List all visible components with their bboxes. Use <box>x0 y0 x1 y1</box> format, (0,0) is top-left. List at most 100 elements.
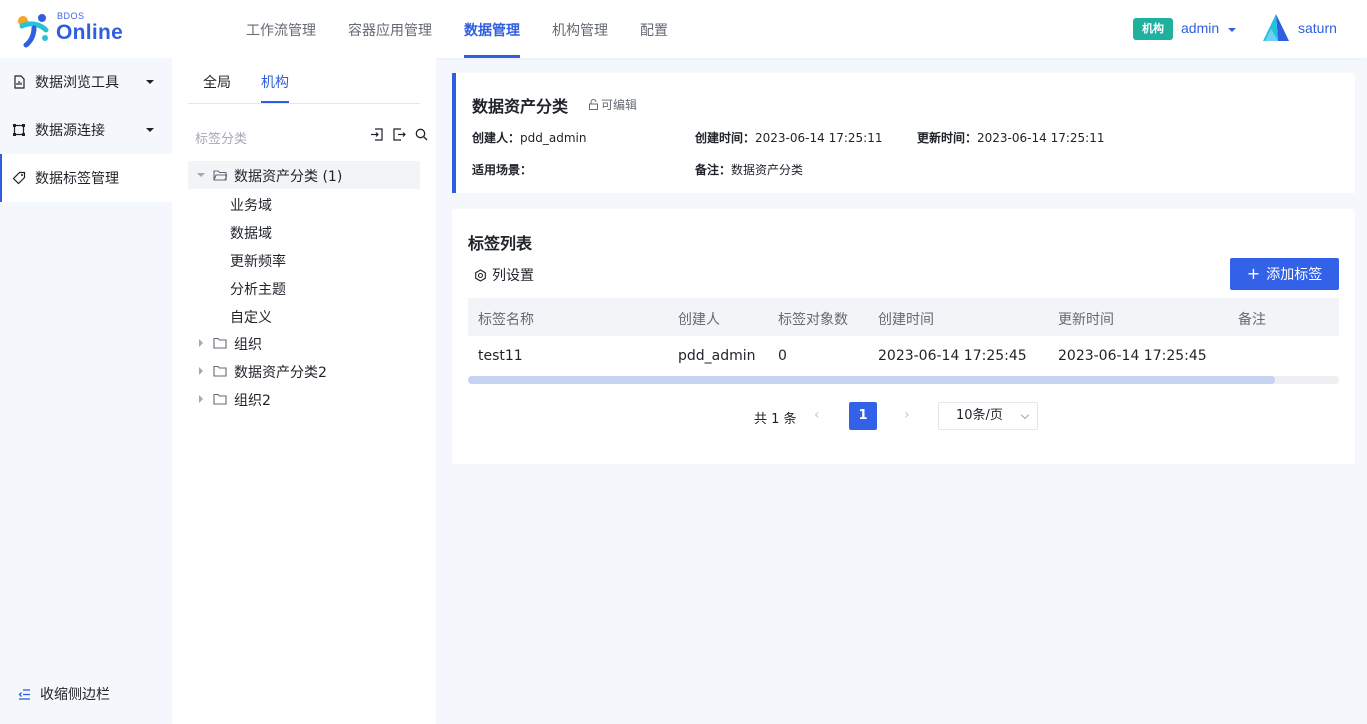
collapse-label: 收缩侧边栏 <box>40 687 110 703</box>
nav-org-management[interactable]: 机构管理 <box>536 0 624 58</box>
tree-node-org-2[interactable]: 组织2 <box>188 385 420 413</box>
creator-field: 创建人：pdd_admin <box>472 129 586 146</box>
category-title: 数据资产分类 <box>472 97 569 116</box>
table-header: 标签名称 创建人 标签对象数 创建时间 更新时间 备注 <box>468 298 1339 336</box>
tree-node-label: 组织2 <box>234 393 271 409</box>
sidebar-item-data-source[interactable]: 数据源连接 <box>0 106 172 154</box>
scope-tabs: 全局 机构 <box>188 58 420 104</box>
cell-creator: pdd_admin <box>678 348 756 364</box>
tree-leaf-update-frequency[interactable]: 更新频率 <box>230 251 286 271</box>
tree-node-label: 组织 <box>234 337 262 353</box>
sidebar-item-label: 数据浏览工具 <box>35 75 119 91</box>
search-icon[interactable] <box>415 128 428 141</box>
folder-icon <box>213 393 227 405</box>
created-time-field: 创建时间：2023-06-14 17:25:11 <box>695 129 882 146</box>
sidebar-item-tag-management[interactable]: 数据标签管理 <box>0 154 172 202</box>
tree-node-org[interactable]: 组织 <box>188 329 420 357</box>
column-settings-label: 列设置 <box>492 268 534 284</box>
tree-node-label: 数据资产分类2 <box>234 365 327 381</box>
page-size-select[interactable]: 10条/页 <box>938 402 1038 430</box>
sidebar-item-label: 数据源连接 <box>35 123 105 139</box>
tree-section-label: 标签分类 <box>195 132 248 147</box>
col-created-time: 创建时间 <box>878 312 934 328</box>
next-page-icon[interactable]: › <box>904 407 910 423</box>
updated-time-field: 更新时间：2023-06-14 17:25:11 <box>917 129 1104 146</box>
user-menu[interactable]: admin <box>1181 20 1219 36</box>
cell-updated-time: 2023-06-14 17:25:45 <box>1058 348 1207 364</box>
caret-down-icon[interactable] <box>197 173 205 177</box>
col-creator: 创建人 <box>678 312 720 328</box>
tree-leaf-custom[interactable]: 自定义 <box>230 307 272 327</box>
col-updated-time: 更新时间 <box>1058 312 1114 328</box>
tree-node-label: 数据资产分类 (1) <box>234 169 343 185</box>
logo-mark-icon <box>18 14 49 48</box>
scene-field: 适用场景： <box>472 161 532 178</box>
file-chart-icon <box>14 75 25 89</box>
sidebar: 数据浏览工具 数据源连接 数据标签管理 收缩侧边栏 <box>0 58 172 724</box>
connection-icon <box>13 124 25 136</box>
nav-container-apps[interactable]: 容器应用管理 <box>332 0 448 58</box>
main-nav: 工作流管理 容器应用管理 数据管理 机构管理 配置 <box>230 0 684 58</box>
col-tag-name: 标签名称 <box>478 312 534 328</box>
caret-right-icon[interactable] <box>199 339 203 347</box>
tree-leaf-business-domain[interactable]: 业务域 <box>230 195 272 215</box>
import-icon[interactable] <box>370 128 383 141</box>
tab-global[interactable]: 全局 <box>203 72 231 92</box>
scene-label: 适用场景： <box>472 163 533 177</box>
nav-workflow[interactable]: 工作流管理 <box>230 0 332 58</box>
remark-label: 备注： <box>695 163 732 177</box>
chevron-down-icon <box>146 128 154 132</box>
col-remark: 备注 <box>1238 312 1266 328</box>
tree-leaf-analysis-topic[interactable]: 分析主题 <box>230 279 286 299</box>
sidebar-item-data-browser[interactable]: 数据浏览工具 <box>0 58 172 106</box>
column-settings-button[interactable]: 列设置 <box>474 265 534 285</box>
tree-leaf-data-domain[interactable]: 数据域 <box>230 223 272 243</box>
sidebar-item-label: 数据标签管理 <box>35 171 119 187</box>
org-badge: 机构 <box>1133 18 1173 40</box>
collapse-icon <box>18 688 30 700</box>
cell-object-count: 0 <box>778 348 787 364</box>
col-object-count: 标签对象数 <box>778 312 848 328</box>
logo-text: Online <box>56 21 124 44</box>
caret-right-icon[interactable] <box>199 367 203 375</box>
top-header: BDOS Online 工作流管理 容器应用管理 数据管理 机构管理 配置 机构… <box>0 0 1367 58</box>
remark-value: 数据资产分类 <box>731 163 804 177</box>
chevron-down-icon <box>1020 410 1030 420</box>
remark-field: 备注：数据资产分类 <box>695 161 803 178</box>
tree-node-asset-category-2[interactable]: 数据资产分类2 <box>188 357 420 385</box>
editable-label: 可编辑 <box>601 98 638 112</box>
tag-list-card: 标签列表 列设置 + 添加标签 标签名称 创建人 标签对象数 创建时间 更新时间… <box>452 209 1355 464</box>
table-row[interactable]: test11 pdd_admin 0 2023-06-14 17:25:45 2… <box>468 336 1339 376</box>
updated-time-value: 2023-06-14 17:25:11 <box>977 131 1105 145</box>
page-button-current[interactable]: 1 <box>849 402 877 430</box>
updated-time-label: 更新时间： <box>917 131 978 145</box>
horizontal-scrollbar[interactable] <box>468 376 1339 384</box>
tag-category-panel: 全局 机构 标签分类 数据资产分类 (1) 业务域 数据域 更新频率 分析主题 … <box>172 58 436 724</box>
scrollbar-thumb[interactable] <box>468 376 1275 384</box>
chevron-down-icon[interactable] <box>1228 28 1236 32</box>
add-tag-label: 添加标签 <box>1266 267 1323 283</box>
tag-icon <box>12 171 26 185</box>
prev-page-icon[interactable]: ‹ <box>814 407 820 423</box>
created-time-value: 2023-06-14 17:25:11 <box>755 131 883 145</box>
caret-right-icon[interactable] <box>199 395 203 403</box>
editable-status: 可编辑 <box>588 96 637 113</box>
page-size-value: 10条/页 <box>956 408 1003 423</box>
workspace-name[interactable]: saturn <box>1298 20 1337 36</box>
nav-config[interactable]: 配置 <box>624 0 684 58</box>
plus-icon: + <box>1246 264 1261 283</box>
app-logo[interactable]: BDOS Online <box>16 10 126 50</box>
tag-list-title: 标签列表 <box>468 234 533 253</box>
chevron-down-icon <box>146 80 154 84</box>
collapse-sidebar-button[interactable]: 收缩侧边栏 <box>18 684 110 704</box>
add-tag-button[interactable]: + 添加标签 <box>1230 258 1339 290</box>
nav-data-management[interactable]: 数据管理 <box>448 0 536 58</box>
cell-tag-name: test11 <box>478 348 523 364</box>
creator-label: 创建人： <box>472 131 521 145</box>
export-icon[interactable] <box>393 128 406 141</box>
workspace-logo-icon <box>1263 14 1289 41</box>
pagination-total: 共 1 条 <box>754 412 797 427</box>
active-tab-indicator <box>261 101 289 103</box>
tab-org[interactable]: 机构 <box>261 72 289 92</box>
tree-node-asset-category[interactable]: 数据资产分类 (1) <box>188 161 420 189</box>
